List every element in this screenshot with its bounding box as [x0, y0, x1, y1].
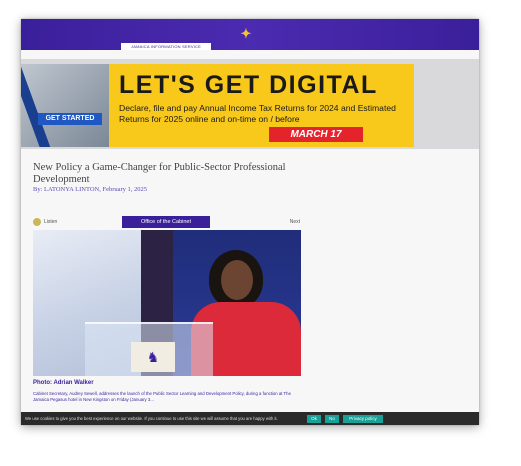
article-photo[interactable]: ♞ — [33, 230, 301, 376]
banner-body-text: Declare, file and pay Annual Income Tax … — [119, 103, 396, 124]
banner-deadline-badge: MARCH 17 — [269, 127, 363, 142]
speaker-face — [221, 260, 253, 300]
tax-banner-ad[interactable]: GET STARTED LET'S GET DIGITAL Declare, f… — [21, 64, 414, 147]
cookie-no-button[interactable]: No — [325, 415, 339, 423]
speaker-icon — [33, 217, 41, 226]
cookie-ok-button[interactable]: Ok — [307, 415, 321, 423]
cookie-text: We use cookies to give you the best expe… — [25, 416, 278, 421]
jis-logo-icon[interactable]: ✦ — [236, 27, 256, 41]
gallery-tab-active[interactable]: Office of the Cabinet — [122, 216, 210, 228]
get-started-button[interactable]: GET STARTED — [38, 113, 102, 125]
listen-label: Listen — [44, 219, 58, 225]
browser-screenshot: ✦ JAMAICA INFORMATION SERVICE GET STARTE… — [21, 19, 479, 425]
banner-area: GET STARTED LET'S GET DIGITAL Declare, f… — [21, 59, 479, 149]
site-header: ✦ JAMAICA INFORMATION SERVICE — [21, 19, 479, 50]
gallery-bar: Listen Office of the Cabinet Next — [33, 216, 301, 228]
photo-caption: Cabinet Secretary, Audrey Sewell, addres… — [33, 391, 291, 402]
site-label: JAMAICA INFORMATION SERVICE — [121, 43, 211, 50]
article-title: New Policy a Game-Changer for Public-Sec… — [33, 162, 286, 185]
lectern-emblem-icon: ♞ — [131, 342, 175, 372]
photo-credit: Photo: Adrian Walker — [33, 380, 94, 386]
privacy-policy-button[interactable]: Privacy policy — [343, 415, 383, 423]
listen-button[interactable]: Listen — [33, 217, 73, 227]
banner-headline: LET'S GET DIGITAL — [119, 71, 378, 99]
article-byline: By: LATONYA LINTON, February 1, 2025 — [33, 186, 148, 193]
gallery-next-link[interactable]: Next — [270, 217, 300, 227]
cookie-consent-bar: We use cookies to give you the best expe… — [21, 412, 479, 425]
